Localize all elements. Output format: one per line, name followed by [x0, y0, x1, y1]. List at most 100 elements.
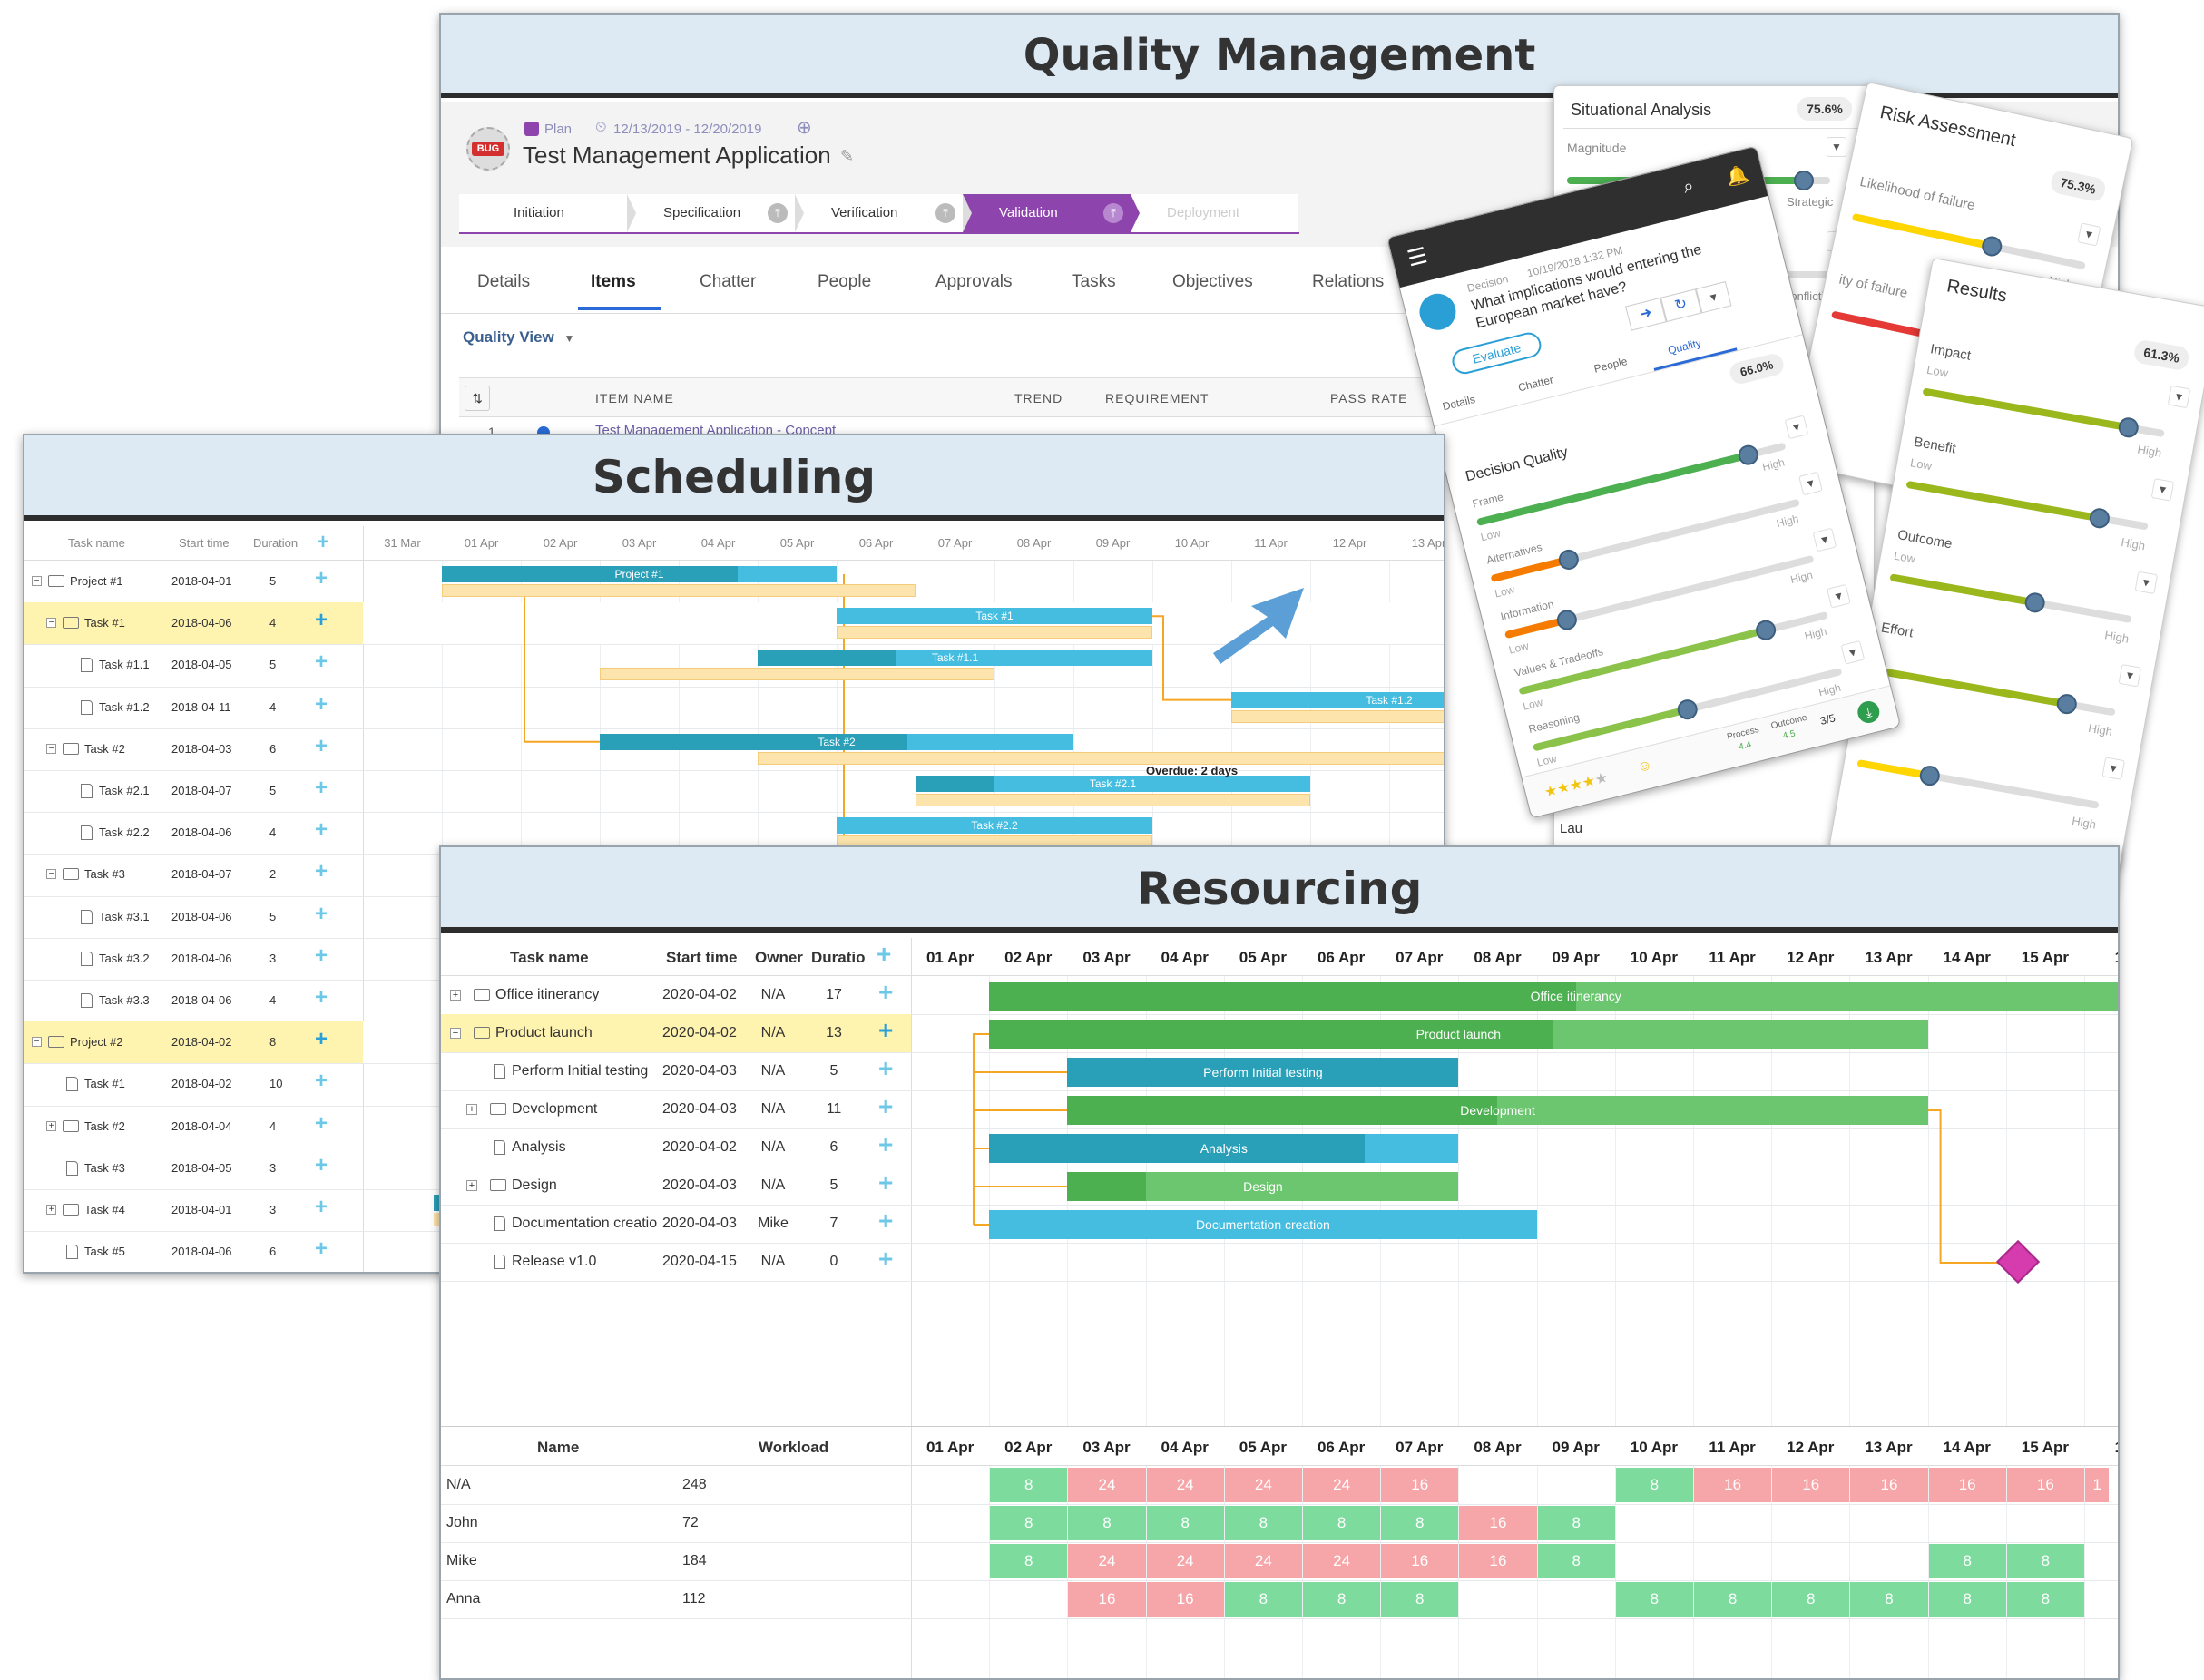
situational-slider-knob[interactable]: [1794, 171, 1814, 190]
chevron-icon: [1131, 194, 1140, 232]
stage-initiation[interactable]: Initiation: [459, 194, 636, 232]
chevron-down-icon[interactable]: ▼: [1798, 471, 1823, 496]
col-trend[interactable]: TREND: [1014, 391, 1063, 405]
res-task-bar[interactable]: Perform Initial testing: [1067, 1058, 1459, 1087]
sched-task-bar[interactable]: Task #1.2: [1231, 691, 1444, 708]
tab-chatter[interactable]: Chatter: [700, 272, 756, 292]
tab-relations[interactable]: Relations: [1312, 272, 1384, 292]
quality-factor-slider-knob[interactable]: [1753, 618, 1778, 643]
chevron-down-icon[interactable]: ▼: [2077, 222, 2101, 247]
bell-icon[interactable]: 🔔: [1723, 162, 1750, 190]
tab-items[interactable]: Items: [591, 272, 636, 292]
mobile-tab-details[interactable]: Details: [1441, 393, 1476, 413]
quality-factor-slider-knob[interactable]: [1556, 547, 1581, 572]
workload-cell: 8: [1928, 1544, 2006, 1578]
results-slider-knob[interactable]: [2055, 692, 2079, 716]
chevron-down-icon[interactable]: ▼: [1840, 640, 1866, 665]
sched-task-bar[interactable]: Task #1.1: [758, 650, 1152, 667]
mobile-tab-quality[interactable]: Quality: [1667, 337, 1703, 357]
menu-icon[interactable]: ☰: [1405, 242, 1430, 272]
results-slider-knob[interactable]: [2023, 591, 2047, 615]
sched-task-bar[interactable]: Task #1: [837, 608, 1152, 625]
chevron-down-icon[interactable]: ▼: [1827, 137, 1846, 157]
forward-button[interactable]: ➜: [1625, 297, 1667, 331]
stage-validation[interactable]: Validation ⤒: [963, 194, 1140, 232]
sched-add-task-icon[interactable]: +: [317, 530, 329, 555]
quality-factor-slider-knob[interactable]: [1675, 697, 1700, 722]
tab-details[interactable]: Details: [477, 272, 530, 292]
workload-date-header: 13 Apr: [1865, 1439, 1913, 1456]
workload-cell: 8: [1224, 1582, 1302, 1617]
upload-icon[interactable]: ⤒: [935, 203, 955, 223]
res-task-bar[interactable]: Development: [1067, 1096, 1928, 1125]
download-icon[interactable]: ⤓: [1855, 698, 1882, 726]
chevron-down-icon[interactable]: ▼: [1784, 415, 1809, 440]
edit-icon[interactable]: ✎: [840, 147, 854, 166]
sched-task-bar[interactable]: Task #2.2: [837, 817, 1152, 835]
workload-cell: 8: [1537, 1506, 1615, 1540]
workload-date-header: 16: [2084, 1439, 2118, 1457]
results-slider-track[interactable]: [1856, 759, 2100, 809]
sched-col-duration[interactable]: Duration: [253, 536, 298, 550]
res-task-bar[interactable]: Documentation creation: [989, 1210, 1537, 1239]
sched-task-bar[interactable]: Task #2: [600, 733, 1073, 750]
res-task-bar[interactable]: Office itinerancy: [989, 982, 2118, 1011]
sched-date-header: 06 Apr: [858, 536, 894, 550]
chevron-down-icon[interactable]: ▼: [2134, 571, 2159, 595]
sched-task-bar[interactable]: Project #1: [442, 566, 837, 582]
sort-icon[interactable]: ⇅: [465, 386, 490, 411]
res-col-duration[interactable]: Duratio: [811, 949, 866, 967]
results-slider-knob[interactable]: [1918, 764, 1942, 787]
quality-factor-slider-knob[interactable]: [1736, 443, 1761, 467]
quality-view-select[interactable]: Quality View ▼: [463, 328, 574, 347]
sched-date-header: 11 Apr: [1254, 536, 1288, 550]
chevron-down-icon[interactable]: ▼: [1812, 527, 1837, 552]
stage-specification[interactable]: Specification ⤒: [627, 194, 804, 232]
col-requirement[interactable]: REQUIREMENT: [1105, 391, 1209, 405]
chevron-down-icon[interactable]: ▼: [2101, 757, 2125, 780]
results-label: Benefit: [1912, 434, 1957, 457]
res-add-task-icon[interactable]: +: [877, 940, 891, 969]
tab-tasks[interactable]: Tasks: [1072, 272, 1116, 292]
stage-label: Specification: [663, 205, 741, 220]
workload-col-total[interactable]: Workload: [759, 1439, 828, 1457]
chevron-down-icon[interactable]: ▼: [2118, 663, 2142, 688]
results-slider-track[interactable]: [1889, 573, 2132, 624]
results-slider-knob[interactable]: [2088, 506, 2111, 531]
add-icon[interactable]: ⊕: [797, 116, 812, 139]
res-task-bar[interactable]: Design: [1067, 1172, 1459, 1201]
col-item-name[interactable]: ITEM NAME: [595, 391, 674, 405]
refresh-button[interactable]: ↻: [1660, 288, 1702, 323]
risk-slider-track[interactable]: [1851, 212, 2086, 270]
stage-verification[interactable]: Verification ⤒: [795, 194, 972, 232]
tab-objectives[interactable]: Objectives: [1172, 272, 1253, 292]
workload-col-name[interactable]: Name: [537, 1439, 579, 1457]
res-col-name[interactable]: Task name: [510, 949, 589, 967]
col-pass-rate[interactable]: PASS RATE: [1330, 391, 1408, 405]
results-slider-knob[interactable]: [2116, 415, 2140, 439]
upload-icon[interactable]: ⤒: [1103, 203, 1123, 223]
results-slider-track[interactable]: [1922, 387, 2165, 439]
stage-deployment[interactable]: Deployment: [1131, 194, 1298, 232]
chevron-down-icon[interactable]: ▼: [1827, 583, 1851, 609]
res-task-bar[interactable]: Analysis: [989, 1134, 1459, 1163]
sched-task-bar[interactable]: Task #2.1: [916, 776, 1310, 792]
sched-col-start[interactable]: Start time: [179, 536, 230, 550]
more-button[interactable]: ▼: [1695, 281, 1732, 314]
tab-approvals[interactable]: Approvals: [935, 272, 1013, 292]
results-slider-track[interactable]: [1873, 666, 2116, 717]
mobile-tab-chatter[interactable]: Chatter: [1517, 373, 1555, 394]
res-col-owner[interactable]: Owner: [755, 949, 803, 967]
chevron-down-icon[interactable]: ▼: [2150, 478, 2175, 502]
sched-col-name[interactable]: Task name: [68, 536, 125, 550]
upload-icon[interactable]: ⤒: [768, 203, 788, 223]
risk-slider-knob[interactable]: [1980, 234, 2004, 259]
res-col-start[interactable]: Start time: [666, 949, 737, 967]
res-task-bar[interactable]: Product launch: [989, 1020, 1928, 1049]
chevron-down-icon[interactable]: ▼: [2167, 385, 2191, 409]
results-slider-track[interactable]: [1905, 480, 2149, 531]
quality-factor-slider-knob[interactable]: [1554, 608, 1580, 632]
search-icon[interactable]: ⌕: [1681, 176, 1696, 199]
mobile-tab-people[interactable]: People: [1592, 355, 1629, 376]
tab-people[interactable]: People: [818, 272, 871, 292]
